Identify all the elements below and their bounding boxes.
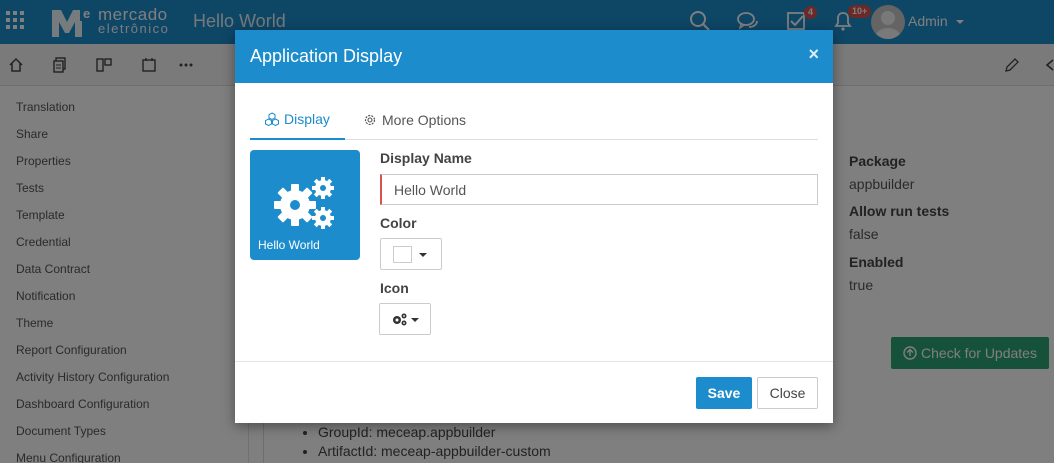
modal-title: Application Display <box>250 46 403 66</box>
modal-header: Application Display × <box>235 30 833 83</box>
display-name-label: Display Name <box>380 150 472 166</box>
color-picker-button[interactable] <box>380 238 442 270</box>
preview-label: Hello World <box>258 238 320 252</box>
tab-display-label: Display <box>284 111 330 127</box>
application-display-modal: Application Display × Display More Optio… <box>235 30 833 423</box>
tab-more-options[interactable]: More Options <box>363 100 466 140</box>
close-icon[interactable]: × <box>808 44 819 65</box>
display-name-input[interactable] <box>380 174 818 205</box>
gear-icon <box>364 114 376 126</box>
color-label: Color <box>380 215 417 231</box>
close-button[interactable]: Close <box>757 377 818 409</box>
icon-picker-button[interactable] <box>379 303 431 335</box>
save-button[interactable]: Save <box>696 377 752 409</box>
caret-down-icon <box>419 253 427 257</box>
caret-down-icon <box>411 318 419 322</box>
cubes-icon <box>265 112 279 126</box>
color-swatch <box>393 246 412 263</box>
modal-tabs: Display More Options <box>250 100 818 140</box>
app-icon-preview: Hello World <box>250 150 360 260</box>
cogs-icon <box>393 313 407 326</box>
modal-footer: Save Close <box>235 361 833 423</box>
icon-label: Icon <box>380 280 409 296</box>
tab-more-options-label: More Options <box>382 112 467 128</box>
cogs-icon <box>274 177 334 229</box>
tab-display[interactable]: Display <box>250 100 345 140</box>
